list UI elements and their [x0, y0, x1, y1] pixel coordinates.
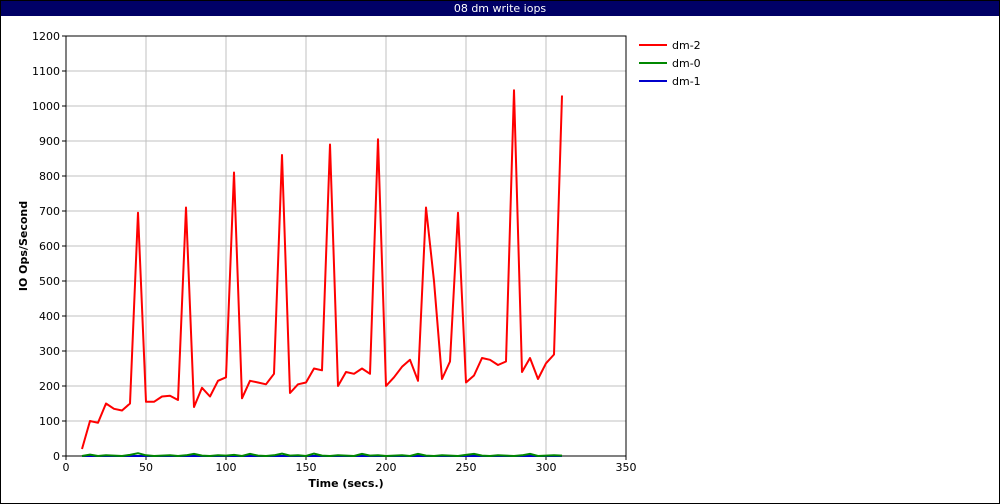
x-tick-label: 300 — [536, 461, 557, 474]
chart-window: 08 dm write iops 0 100 200 300 400 500 600 700 8… — [0, 0, 1000, 504]
y-tick-label: 500 — [39, 275, 60, 288]
y-tick-label: 0 — [53, 450, 60, 463]
line-chart: 0100200300400500600700800900100011001200… — [17, 30, 701, 490]
chart-title: 08 dm write iops — [1, 1, 999, 16]
y-tick-label: 100 — [39, 415, 60, 428]
y-tick-label: 300 — [39, 345, 60, 358]
x-tick-label: 350 — [616, 461, 637, 474]
y-tick-label: 1000 — [32, 100, 60, 113]
legend-label-dm-0: dm-0 — [672, 57, 701, 70]
legend-label-dm-1: dm-1 — [672, 75, 701, 88]
x-tick-label: 50 — [139, 461, 153, 474]
y-tick-label: 200 — [39, 380, 60, 393]
x-tick-label: 150 — [296, 461, 317, 474]
y-axis-label: IO Ops/Second — [17, 201, 30, 291]
x-tick-label: 100 — [216, 461, 237, 474]
y-tick-label: 600 — [39, 240, 60, 253]
x-tick-label: 200 — [376, 461, 397, 474]
x-axis-label: Time (secs.) — [308, 477, 383, 490]
x-axis-ticks: 0 50 100 150 200 250 300 350 — [63, 456, 637, 474]
series-line-dm-2 — [81, 89, 563, 450]
y-tick-label: 800 — [39, 170, 60, 183]
x-tick-label: 0 — [63, 461, 70, 474]
y-tick-label: 1200 — [32, 30, 60, 43]
x-tick-label: 250 — [456, 461, 477, 474]
series-lines — [81, 89, 563, 457]
y-tick-label: 900 — [39, 135, 60, 148]
y-tick-label: 1100 — [32, 65, 60, 78]
y-tick-label: 700 — [39, 205, 60, 218]
y-tick-label: 400 — [39, 310, 60, 323]
legend-label-dm-2: dm-2 — [672, 39, 701, 52]
series-line-dm-0 — [81, 452, 563, 457]
grid-lines — [65, 35, 627, 457]
y-axis-ticks: 0 100 200 300 400 500 600 700 800 900 1000 1100 1200 — [32, 30, 66, 463]
legend: dm-2 dm-0 dm-1 — [639, 39, 701, 88]
